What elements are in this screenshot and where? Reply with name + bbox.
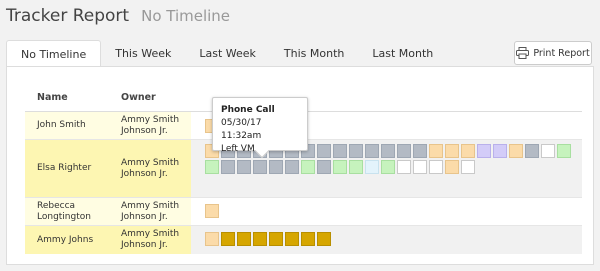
column-header-owner: Owner <box>121 92 156 103</box>
row-name: Ammy Johns <box>25 226 113 254</box>
print-report-button[interactable]: Print Report <box>514 41 592 65</box>
activity-cell-gray[interactable] <box>381 144 395 158</box>
activity-cell-lilac[interactable] <box>477 144 491 158</box>
row-name: John Smith <box>25 112 113 139</box>
row-owner: Ammy Smith Johnson Jr. <box>113 140 191 197</box>
row-owner: Ammy Smith Johnson Jr. <box>113 226 191 254</box>
activity-cell-gray[interactable] <box>365 144 379 158</box>
timeline-tabs: No Timeline This Week Last Week This Mon… <box>6 40 447 67</box>
row-owner: Ammy Smith Johnson Jr. <box>113 198 191 225</box>
activity-cells <box>205 232 575 248</box>
activity-cell-lilac[interactable] <box>493 144 507 158</box>
activity-cell-green[interactable] <box>349 160 363 174</box>
activity-cell-white[interactable] <box>429 160 443 174</box>
tab-last-month[interactable]: Last Month <box>358 40 447 67</box>
activity-cell-gold[interactable] <box>221 232 235 246</box>
activity-cell-peach[interactable] <box>445 144 459 158</box>
activity-cell-peach[interactable] <box>205 232 219 246</box>
activity-cell-green[interactable] <box>557 144 571 158</box>
table-row: Rebecca Longtington Ammy Smith Johnson J… <box>25 198 582 226</box>
page-subtitle: No Timeline <box>141 7 231 25</box>
activity-cell-peach[interactable] <box>509 144 523 158</box>
activity-cell-green[interactable] <box>333 160 347 174</box>
activity-cell-gold[interactable] <box>269 232 283 246</box>
activity-cell-gray[interactable] <box>269 160 283 174</box>
page-title: Tracker Report <box>6 6 130 26</box>
activity-cell-gray[interactable] <box>221 160 235 174</box>
activity-cell-white[interactable] <box>413 160 427 174</box>
activity-cell-gold[interactable] <box>285 232 299 246</box>
activity-cell-gold[interactable] <box>253 232 267 246</box>
activity-cell-peach[interactable] <box>429 144 443 158</box>
activity-cell-gray[interactable] <box>333 144 347 158</box>
activity-cell-peach[interactable] <box>445 160 459 174</box>
activity-cell-white[interactable] <box>461 160 475 174</box>
activity-cell-white[interactable] <box>541 144 555 158</box>
activity-cell-gray[interactable] <box>349 144 363 158</box>
activity-cell-gray[interactable] <box>317 160 331 174</box>
activity-cell-peach[interactable] <box>205 204 219 218</box>
row-name: Rebecca Longtington <box>25 198 113 225</box>
activity-cell-green[interactable] <box>301 160 315 174</box>
tab-this-month[interactable]: This Month <box>270 40 358 67</box>
activity-tooltip: Phone Call 05/30/17 11:32am Left VM <box>212 97 308 159</box>
activity-cell-gold[interactable] <box>237 232 251 246</box>
tooltip-datetime: 05/30/17 11:32am <box>221 118 262 141</box>
table-row: Ammy Johns Ammy Smith Johnson Jr. <box>25 226 582 254</box>
row-name: Elsa Righter <box>25 140 113 197</box>
activity-cell-gray[interactable] <box>253 160 267 174</box>
page-header: Tracker Report No Timeline <box>6 6 230 28</box>
activity-cell-green[interactable] <box>205 160 219 174</box>
tab-this-week[interactable]: This Week <box>101 40 185 67</box>
activity-cell-peach[interactable] <box>461 144 475 158</box>
print-report-label: Print Report <box>533 47 590 59</box>
activity-cell-gray[interactable] <box>397 144 411 158</box>
activity-cells <box>205 204 575 220</box>
activity-cell-gray[interactable] <box>237 160 251 174</box>
row-owner: Ammy Smith Johnson Jr. <box>113 112 191 139</box>
printer-icon <box>516 47 530 59</box>
report-panel: Name Owner John Smith Ammy Smith Johnson… <box>6 66 594 265</box>
activity-cell-gray[interactable] <box>285 160 299 174</box>
activity-cell-gold[interactable] <box>317 232 331 246</box>
tab-no-timeline[interactable]: No Timeline <box>6 40 102 67</box>
activity-cell-gray[interactable] <box>317 144 331 158</box>
activity-cell-green[interactable] <box>381 160 395 174</box>
column-header-name: Name <box>37 92 68 103</box>
activity-cell-gray[interactable] <box>525 144 539 158</box>
activity-cell-gray[interactable] <box>413 144 427 158</box>
activity-cell-blue[interactable] <box>365 160 379 174</box>
activity-cell-white[interactable] <box>397 160 411 174</box>
tab-last-week[interactable]: Last Week <box>185 40 270 67</box>
tooltip-title: Phone Call <box>221 105 275 115</box>
activity-cell-gold[interactable] <box>301 232 315 246</box>
